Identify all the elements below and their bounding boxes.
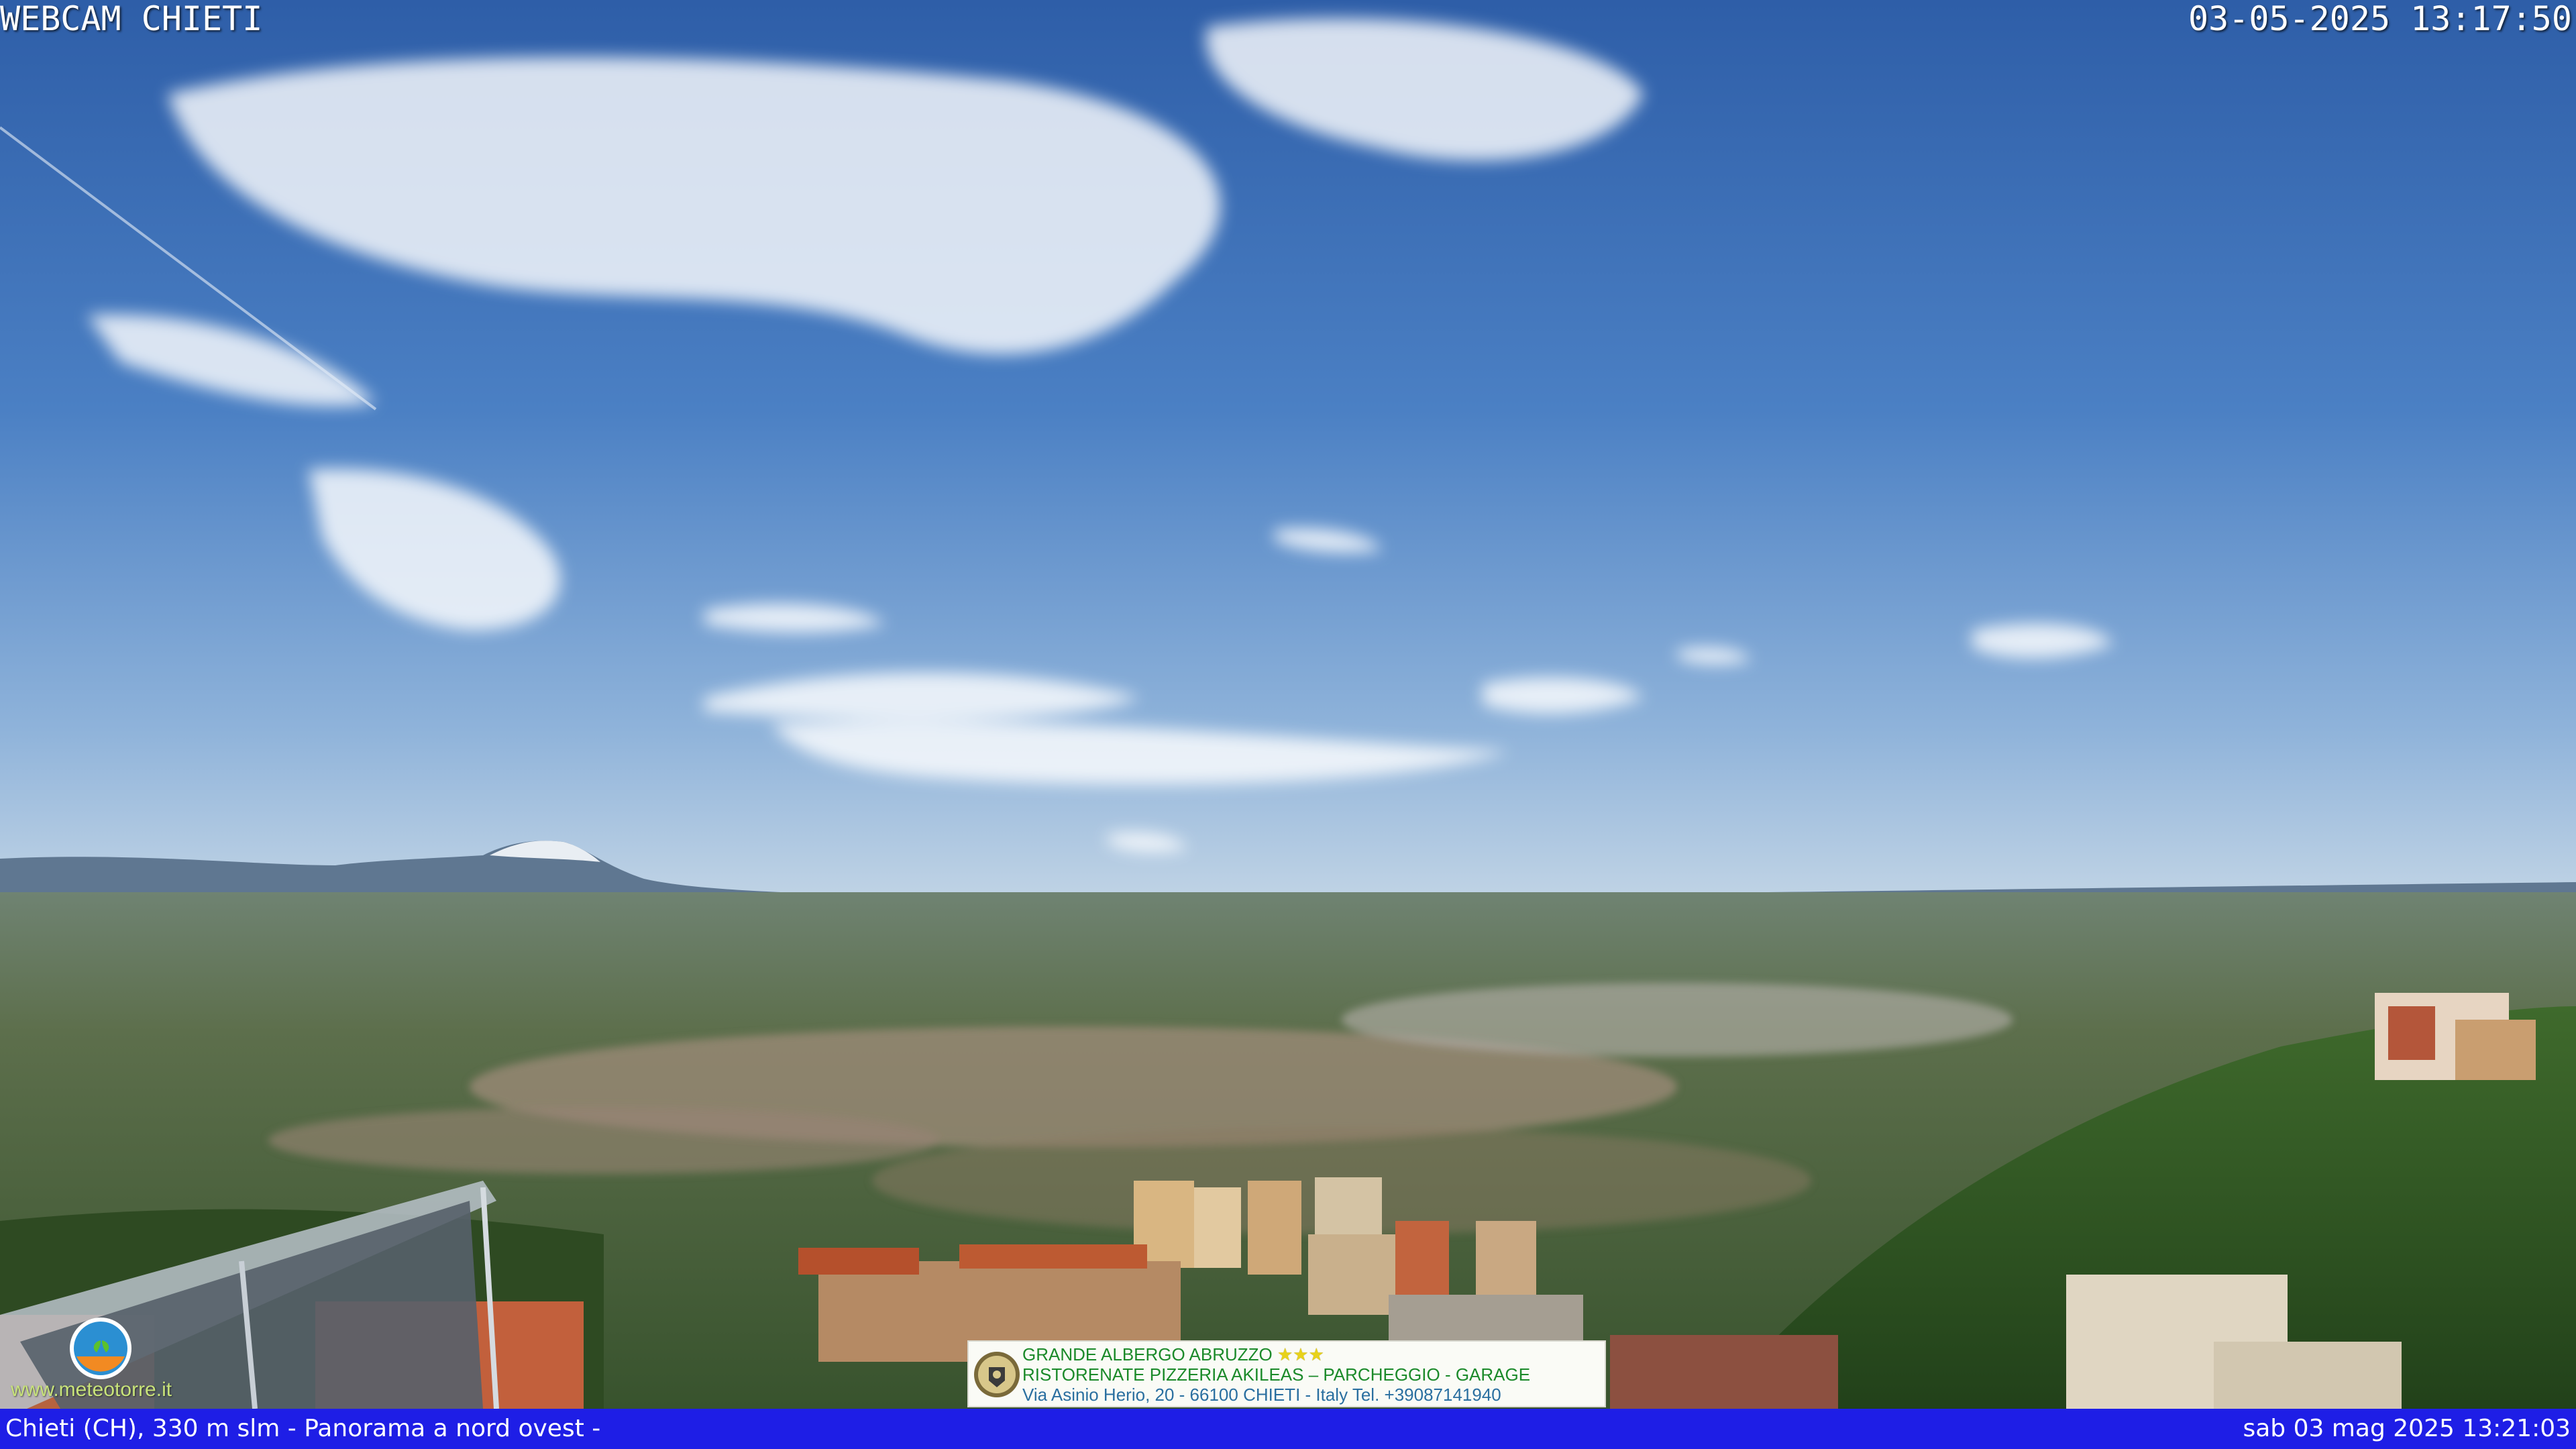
hotel-ad-banner: GRANDE ALBERGO ABRUZZO ★★★ RISTORENATE P… [967, 1340, 1606, 1407]
location-caption: Chieti (CH), 330 m slm - Panorama a nord… [5, 1415, 601, 1442]
meteotorre-watermark: www.meteotorre.it [11, 1379, 172, 1401]
webcam-scene [0, 0, 2576, 1449]
meteotorre-logo [67, 1315, 134, 1382]
ad-address: Via Asinio Herio, 20 - 66100 CHIETI - It… [1022, 1385, 1501, 1405]
ad-hotel-name-text: GRANDE ALBERGO ABRUZZO [1022, 1344, 1273, 1364]
webcam-title: WEBCAM CHIETI [0, 0, 263, 38]
hotel-crest-icon [971, 1347, 1026, 1402]
ad-hotel-name: GRANDE ALBERGO ABRUZZO ★★★ [1022, 1344, 1324, 1364]
ad-stars: ★★★ [1277, 1344, 1324, 1364]
capture-timestamp: 03-05-2025 13:17:50 [2188, 0, 2572, 38]
ad-services: RISTORENATE PIZZERIA AKILEAS – PARCHEGGI… [1022, 1364, 1531, 1385]
footer-datetime: sab 03 mag 2025 13:21:03 [2243, 1415, 2571, 1442]
info-bar: Chieti (CH), 330 m slm - Panorama a nord… [0, 1409, 2576, 1449]
